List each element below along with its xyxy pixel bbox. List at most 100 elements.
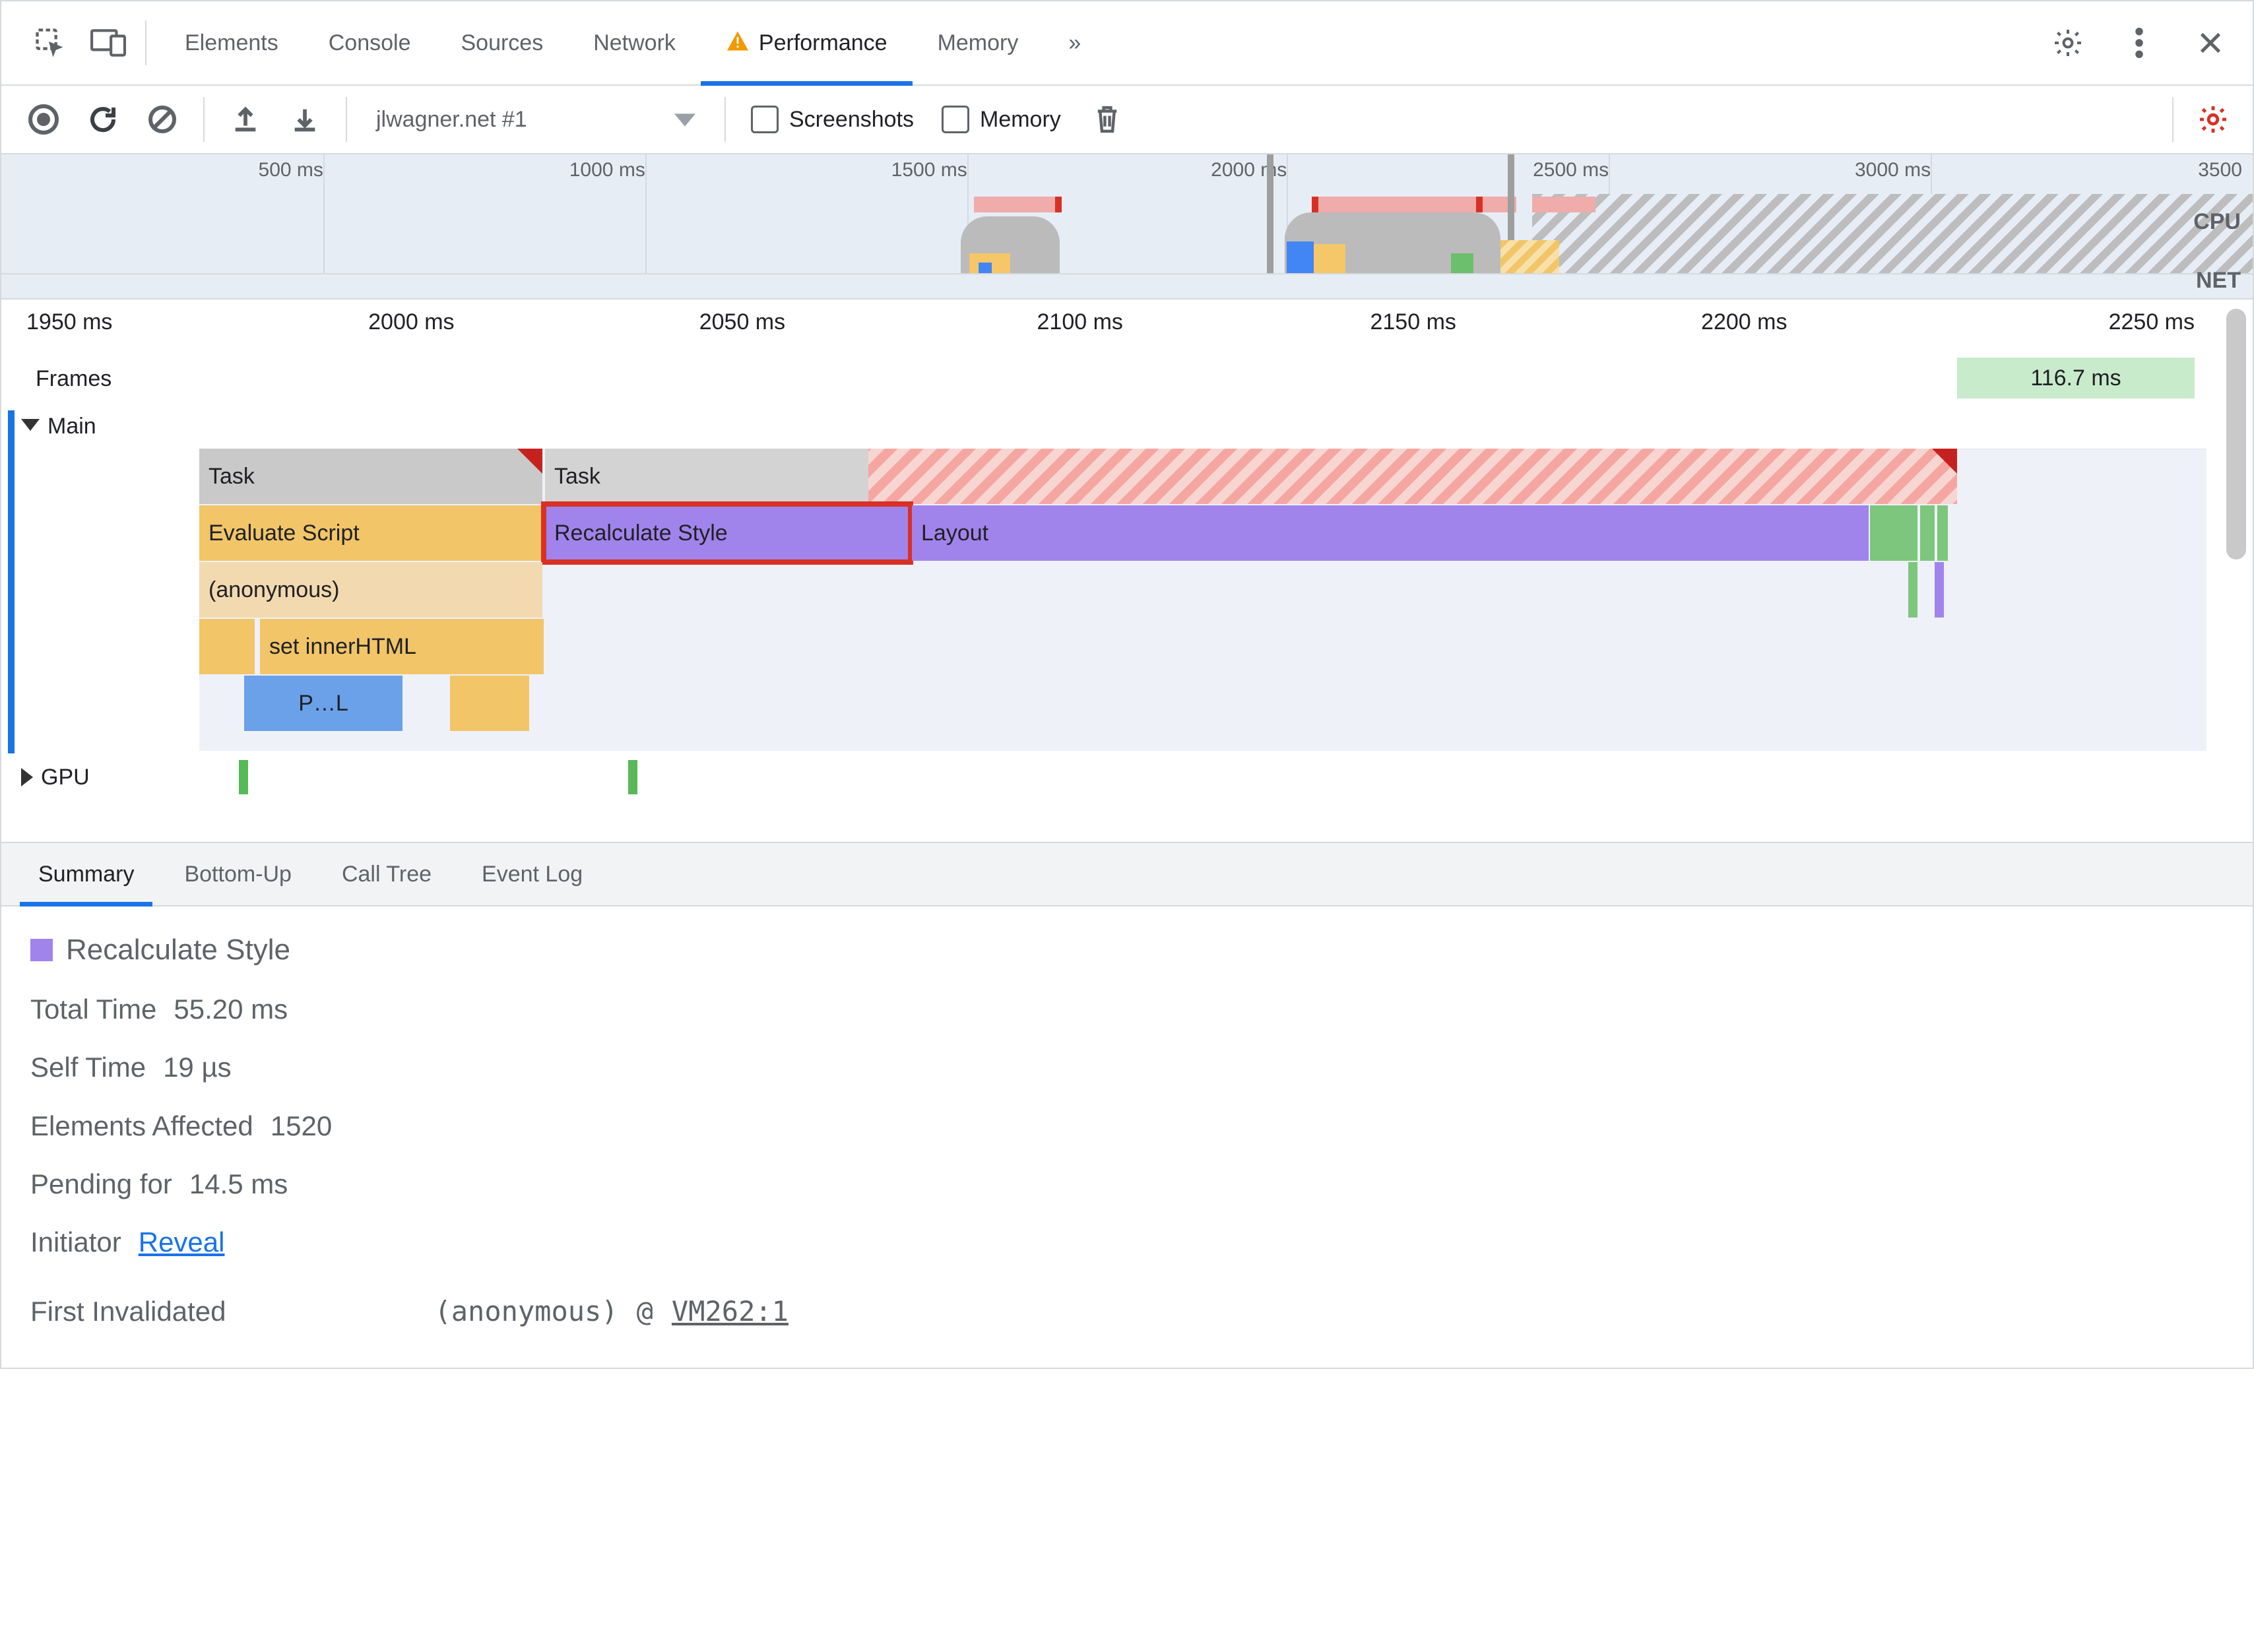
flame-mark-a[interactable]	[1908, 562, 1917, 618]
flame-task-long[interactable]: Task	[545, 449, 1957, 504]
tab-performance[interactable]: Performance	[701, 1, 913, 84]
kebab-menu-icon[interactable]	[2110, 23, 2168, 63]
overview-net-label: NET	[2196, 267, 2241, 294]
details-subtabs: Summary Bottom-Up Call Tree Event Log	[0, 843, 2254, 906]
gpu-track[interactable]: GPU	[1, 751, 2253, 804]
overview-ruler: 500 ms 1000 ms 1500 ms 2000 ms 2500 ms 3…	[1, 154, 2253, 195]
summary-key: Elements Affected	[30, 1110, 253, 1143]
ruler-tick: 2100 ms	[1037, 309, 1123, 336]
summary-value: 1520	[271, 1110, 332, 1143]
close-devtools-icon[interactable]	[2181, 23, 2239, 63]
flame-parse[interactable]: P…L	[244, 676, 402, 731]
flame-evaluate-script[interactable]: Evaluate Script	[199, 505, 542, 561]
initiator-reveal-link[interactable]: Reveal	[139, 1226, 225, 1259]
flame-paint[interactable]	[1870, 505, 1917, 561]
ruler-tick: 2000 ms	[1211, 158, 1287, 182]
summary-row: Elements Affected 1520	[30, 1110, 2224, 1143]
tab-sources[interactable]: Sources	[435, 1, 568, 84]
long-task-marker-icon	[517, 449, 542, 474]
screenshots-label: Screenshots	[789, 106, 914, 133]
gpu-activity-b[interactable]	[628, 760, 637, 794]
recording-selector[interactable]: jlwagner.net #1	[364, 101, 707, 138]
tab-network[interactable]: Network	[568, 1, 701, 84]
tab-console[interactable]: Console	[304, 1, 436, 84]
separator	[145, 20, 146, 65]
summary-row-initiator: Initiator Reveal	[30, 1226, 2224, 1259]
reload-record-icon[interactable]	[79, 100, 127, 139]
flame-anonymous[interactable]: (anonymous)	[199, 562, 542, 618]
frame-duration-value: 116.7 ms	[2030, 365, 2121, 392]
flame-task[interactable]: Task	[199, 449, 542, 504]
subtab-bottom-up[interactable]: Bottom-Up	[159, 843, 317, 905]
summary-value: 55.20 ms	[174, 993, 288, 1026]
summary-key: Total Time	[30, 993, 156, 1026]
summary-row: Self Time 19 µs	[30, 1051, 2224, 1084]
ruler-tick: 2200 ms	[1701, 309, 1787, 336]
summary-title-text: Recalculate Style	[66, 933, 290, 968]
capture-settings-icon[interactable]	[2189, 100, 2237, 139]
long-task-marker-icon	[1932, 449, 1957, 474]
inspect-element-icon[interactable]	[21, 23, 79, 63]
frame-duration-badge[interactable]: 116.7 ms	[1957, 358, 2195, 398]
screenshots-checkbox[interactable]: Screenshots	[743, 106, 922, 133]
flame-small-a[interactable]	[199, 619, 255, 674]
summary-title: Recalculate Style	[30, 933, 2224, 968]
ruler-tick: 2150 ms	[1370, 309, 1456, 336]
ruler-tick: 500 ms	[259, 158, 323, 182]
save-profile-icon[interactable]	[281, 100, 329, 139]
panel-tabs: Elements Console Sources Network Perform…	[160, 1, 1106, 84]
settings-icon[interactable]	[2039, 23, 2097, 63]
performance-toolbar: jlwagner.net #1 Screenshots Memory	[0, 84, 2254, 154]
stack-location-link[interactable]: VM262:1	[672, 1295, 789, 1328]
first-invalidated-row: First Invalidated (anonymous) @ VM262:1	[30, 1295, 2224, 1328]
tabs-overflow[interactable]: »	[1043, 1, 1106, 84]
flame-set-innerhtml[interactable]: set innerHTML	[260, 619, 544, 674]
separator	[724, 97, 726, 142]
vertical-scrollbar[interactable]	[2226, 309, 2246, 559]
ruler-tick: 2000 ms	[368, 309, 454, 336]
warning-icon	[726, 30, 750, 51]
load-profile-icon[interactable]	[222, 100, 269, 139]
flame-composite-b[interactable]	[1937, 505, 1948, 561]
collect-garbage-icon[interactable]	[1083, 100, 1131, 139]
recording-selector-label: jlwagner.net #1	[376, 106, 527, 133]
summary-row: Total Time 55.20 ms	[30, 993, 2224, 1026]
category-swatch	[30, 939, 53, 961]
tab-performance-label: Performance	[759, 30, 887, 57]
subtab-summary[interactable]: Summary	[13, 843, 159, 905]
main-track[interactable]: Task Task Evaluate Script Recalculate St…	[1, 449, 2253, 751]
ruler-tick: 1950 ms	[26, 309, 112, 336]
gpu-activity-a[interactable]	[239, 760, 248, 794]
record-button-icon[interactable]	[20, 100, 67, 139]
ruler-tick: 2250 ms	[2109, 309, 2195, 336]
clear-icon[interactable]	[139, 100, 186, 139]
device-toggle-icon[interactable]	[79, 23, 137, 63]
flame-layout[interactable]: Layout	[912, 505, 1869, 561]
separator	[346, 97, 347, 142]
frames-label: Frames	[36, 365, 112, 393]
tab-memory[interactable]: Memory	[913, 1, 1044, 84]
chevron-down-icon	[674, 106, 695, 133]
devtools-tabstrip: Elements Console Sources Network Perform…	[0, 0, 2254, 84]
stack-at: @	[637, 1295, 653, 1328]
checkbox-icon	[751, 106, 779, 133]
ruler-tick: 3000 ms	[1855, 158, 1931, 182]
flame-mark-b[interactable]	[1935, 562, 1944, 618]
summary-panel: Recalculate Style Total Time 55.20 ms Se…	[0, 906, 2254, 1369]
chevron-right-icon	[21, 768, 33, 786]
tab-elements[interactable]: Elements	[160, 1, 304, 84]
overview-timeline[interactable]: 500 ms 1000 ms 1500 ms 2000 ms 2500 ms 3…	[0, 154, 2254, 300]
memory-checkbox[interactable]: Memory	[934, 106, 1069, 133]
ruler-tick: 2050 ms	[699, 309, 785, 336]
flame-recalculate-style[interactable]: Recalculate Style	[545, 505, 909, 561]
main-track-label[interactable]: Main	[1, 405, 2253, 447]
flame-small-b[interactable]	[450, 676, 529, 731]
first-invalidated-label: First Invalidated	[30, 1295, 226, 1328]
flame-composite-a[interactable]	[1920, 505, 1935, 561]
ruler-tick: 3500	[2198, 158, 2242, 182]
subtab-event-log[interactable]: Event Log	[457, 843, 608, 905]
subtab-call-tree[interactable]: Call Tree	[317, 843, 457, 905]
checkbox-icon	[942, 106, 969, 133]
memory-label: Memory	[980, 106, 1061, 133]
flame-chart[interactable]: 1950 ms 2000 ms 2050 ms 2100 ms 2150 ms …	[0, 300, 2254, 843]
